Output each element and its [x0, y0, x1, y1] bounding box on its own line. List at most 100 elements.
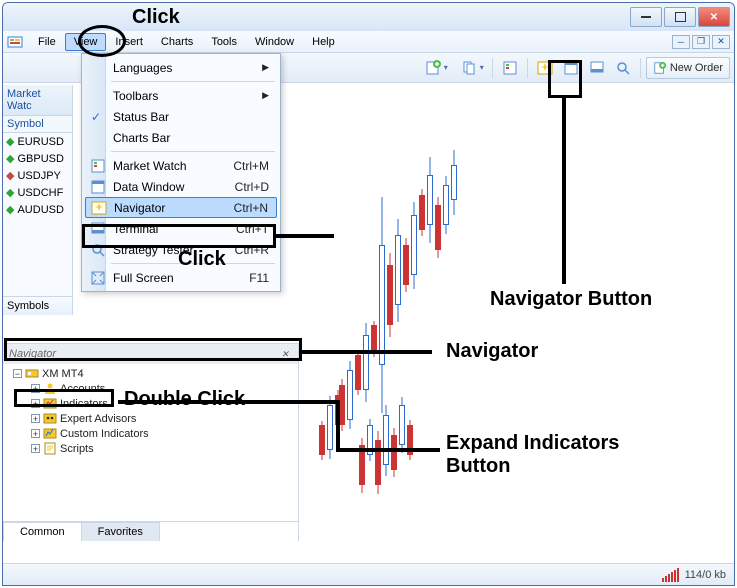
arrow-down-icon: ◆ [6, 169, 14, 182]
mdi-restore-button[interactable] [692, 35, 710, 49]
tree-expander[interactable] [31, 429, 40, 438]
app-icon [7, 34, 25, 50]
accounts-icon [43, 382, 57, 395]
navigator-item-accounts[interactable]: Accounts [7, 381, 294, 396]
menu-item-terminal[interactable]: TerminalCtrl+T [85, 218, 277, 239]
navigator-root[interactable]: XM MT4 [7, 366, 294, 381]
navigator-root-expander[interactable] [13, 369, 22, 378]
navigator-tab-common[interactable]: Common [3, 522, 82, 541]
server-icon [25, 367, 39, 380]
tree-expander[interactable] [31, 414, 40, 423]
menubar: File View Insert Charts Tools Window Hel… [3, 31, 734, 53]
menu-item-full-screen[interactable]: Full ScreenF11 [85, 267, 277, 288]
market-watch-title: Market Watc [3, 85, 72, 116]
navigator-close-button[interactable] [278, 347, 292, 361]
terminal-icon [89, 221, 107, 237]
navigator-tabs: Common Favorites [3, 521, 298, 541]
navigator-titlebar[interactable]: Navigator [3, 344, 298, 364]
menu-file[interactable]: File [29, 33, 65, 51]
market-icon [89, 158, 107, 174]
price-chart[interactable] [299, 85, 734, 561]
nav-icon [90, 200, 108, 216]
navigator-panel: Navigator XM MT4 Accounts IndicatorsExper… [3, 343, 299, 541]
arrow-up-icon: ◆ [6, 152, 14, 165]
arrow-up-icon: ◆ [6, 186, 14, 199]
menu-item-label: Terminal [113, 222, 158, 236]
navigator-tab-favorites[interactable]: Favorites [81, 522, 160, 541]
fullscreen-icon [89, 270, 107, 286]
arrow-up-icon: ◆ [6, 203, 14, 216]
main-window: File View Insert Charts Tools Window Hel… [2, 2, 735, 586]
market-watch-row[interactable]: ◆USDJPY [3, 167, 72, 184]
toolbar-terminal-button[interactable] [585, 57, 609, 79]
toolbar-new-order-button[interactable]: New Order [646, 57, 730, 79]
menu-tools[interactable]: Tools [202, 33, 246, 51]
window-close-button[interactable] [698, 7, 730, 27]
menu-item-label: Navigator [114, 201, 165, 215]
arrow-up-icon: ◆ [6, 135, 14, 148]
symbol-label: AUDUSD [17, 204, 63, 216]
menu-item-status-bar[interactable]: ✓ Status Bar [85, 106, 277, 127]
check-icon: ✓ [91, 110, 101, 124]
tree-item-label: Indicators [60, 398, 108, 410]
menu-item-charts-bar[interactable]: Charts Bar [85, 127, 277, 148]
market-watch-symbols-tab[interactable]: Symbols [3, 296, 72, 315]
menu-item-strategy-tester[interactable]: Strategy Tester Ctrl+R [85, 239, 277, 260]
market-watch-row[interactable]: ◆AUDUSD [3, 201, 72, 218]
window-titlebar [3, 3, 734, 31]
menu-insert[interactable]: Insert [106, 33, 152, 51]
menu-item-label: Strategy Tester [113, 243, 193, 257]
navigator-item-indicators[interactable]: Indicators [7, 396, 294, 411]
window-minimize-button[interactable] [630, 7, 662, 27]
market-watch-row[interactable]: ◆GBPUSD [3, 150, 72, 167]
view-menu-dropdown: Languages▶ Toolbars▶ ✓ Status Bar Charts Bar… [81, 53, 281, 292]
connection-signal-icon [662, 568, 679, 582]
tree-item-label: Custom Indicators [60, 428, 149, 440]
window-maximize-button[interactable] [664, 7, 696, 27]
menu-window[interactable]: Window [246, 33, 303, 51]
toolbar-new-chart-button[interactable] [417, 57, 451, 79]
toolbar-market-watch-button[interactable] [498, 57, 522, 79]
custom-icon [43, 427, 57, 440]
tree-expander[interactable] [31, 444, 40, 453]
market-watch-row[interactable]: ◆USDCHF [3, 184, 72, 201]
menu-charts[interactable]: Charts [152, 33, 202, 51]
status-bar: 114/0 kb [3, 563, 734, 585]
navigator-item-custom-indicators[interactable]: Custom Indicators [7, 426, 294, 441]
menu-item-label: Market Watch [113, 159, 187, 173]
tree-expander[interactable] [31, 399, 40, 408]
menu-item-toolbars[interactable]: Toolbars▶ [85, 85, 277, 106]
menu-item-label: Status Bar [113, 110, 169, 124]
menu-shortcut: Ctrl+D [235, 180, 269, 194]
experts-icon [43, 412, 57, 425]
menu-item-label: Data Window [113, 180, 184, 194]
menu-item-data-window[interactable]: Data Window Ctrl+D [85, 176, 277, 197]
tree-expander[interactable] [31, 384, 40, 393]
menu-item-label: Languages [113, 61, 172, 75]
menu-separator [111, 263, 275, 264]
symbol-label: USDCHF [17, 187, 63, 199]
menu-item-navigator[interactable]: Navigator Ctrl+N [85, 197, 277, 218]
symbol-label: USDJPY [17, 170, 60, 182]
menu-item-languages[interactable]: Languages▶ [85, 57, 277, 78]
menu-shortcut: Ctrl+N [234, 201, 268, 215]
mdi-minimize-button[interactable] [672, 35, 690, 49]
menu-item-market-watch[interactable]: Market Watch Ctrl+M [85, 155, 277, 176]
toolbar-data-window-button[interactable] [559, 57, 583, 79]
menu-help[interactable]: Help [303, 33, 344, 51]
navigator-tree: XM MT4 Accounts IndicatorsExpert Advisors… [3, 364, 298, 521]
menu-view[interactable]: View [65, 33, 107, 51]
menu-item-label: Toolbars [113, 89, 158, 103]
toolbar-navigator-button[interactable] [533, 57, 557, 79]
menu-shortcut: Ctrl+R [235, 243, 269, 257]
menu-item-label: Full Screen [113, 271, 174, 285]
toolbar-strategy-tester-button[interactable] [611, 57, 635, 79]
toolbar-profiles-button[interactable] [453, 57, 487, 79]
mdi-close-button[interactable] [712, 35, 730, 49]
indicators-icon [43, 397, 57, 410]
navigator-item-expert-advisors[interactable]: Expert Advisors [7, 411, 294, 426]
market-watch-row[interactable]: ◆EURUSD [3, 133, 72, 150]
scripts-icon [43, 442, 57, 455]
navigator-item-scripts[interactable]: Scripts [7, 441, 294, 456]
menu-shortcut: Ctrl+M [233, 159, 269, 173]
